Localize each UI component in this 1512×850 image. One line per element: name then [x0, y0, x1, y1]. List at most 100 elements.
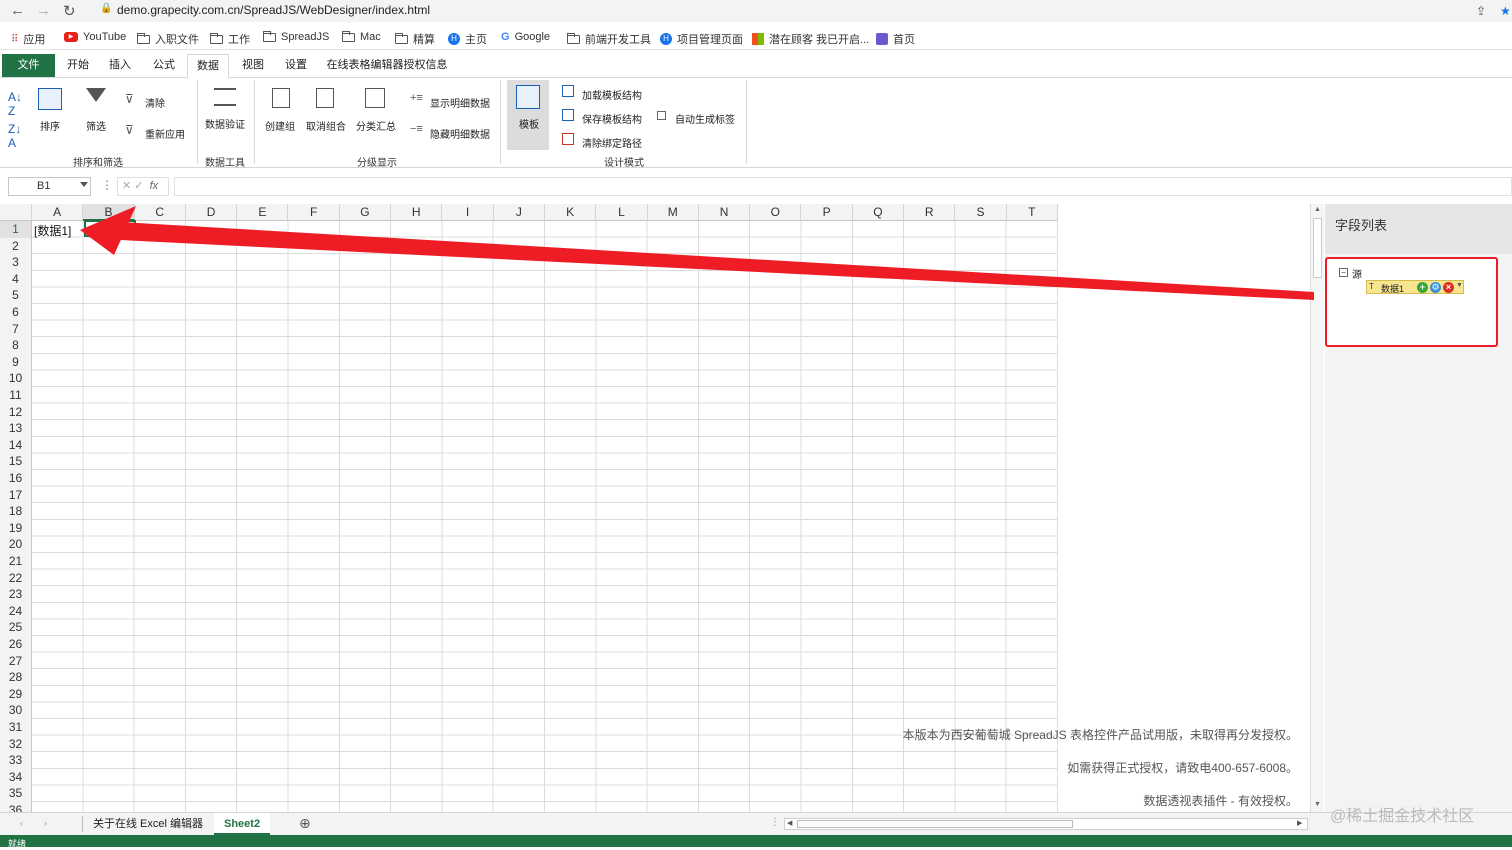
column-header-c[interactable]: C — [135, 204, 186, 221]
column-header-s[interactable]: S — [955, 204, 1007, 221]
sort-descending-icon[interactable]: Z↓ A — [8, 122, 21, 150]
name-box[interactable]: B1 — [8, 177, 91, 196]
tab-file[interactable]: 文件 — [2, 54, 55, 77]
settings-field-icon[interactable]: ⚙ — [1430, 282, 1441, 293]
sort-button[interactable]: 排序 — [40, 118, 60, 133]
collapse-icon[interactable]: − — [1339, 268, 1348, 277]
row-header-34[interactable]: 34 — [0, 769, 31, 786]
row-header-9[interactable]: 9 — [0, 354, 31, 371]
hide-detail-button[interactable]: 隐藏明细数据 — [430, 126, 490, 141]
bookmark-project[interactable]: H 项目管理页面 — [660, 31, 743, 47]
save-schema-icon[interactable] — [562, 109, 574, 121]
tab-view[interactable]: 视图 — [235, 54, 271, 77]
tab-data[interactable]: 数据 — [187, 54, 229, 78]
column-header-q[interactable]: Q — [853, 204, 905, 221]
row-header-25[interactable]: 25 — [0, 619, 31, 636]
row-header-14[interactable]: 14 — [0, 437, 31, 454]
column-header-i[interactable]: I — [442, 204, 494, 221]
horizontal-scrollbar[interactable]: ◀ ▶ — [784, 818, 1308, 830]
show-detail-button[interactable]: 显示明细数据 — [430, 95, 490, 110]
fx-icon[interactable]: fx — [150, 180, 159, 192]
tree-root-label[interactable]: 源 — [1352, 266, 1362, 281]
clear-button[interactable]: 清除 — [145, 95, 165, 110]
scroll-thumb[interactable] — [1313, 218, 1322, 278]
sheet-tab-about[interactable]: 关于在线 Excel 编辑器 — [83, 813, 213, 835]
row-header-15[interactable]: 15 — [0, 453, 31, 470]
bookmark-leads[interactable]: 潜在顾客 我已开启... — [752, 31, 869, 47]
select-all-corner[interactable] — [0, 204, 32, 221]
scroll-up-icon[interactable]: ▲ — [1314, 206, 1321, 213]
column-header-o[interactable]: O — [750, 204, 802, 221]
column-header-a[interactable]: A — [32, 204, 84, 221]
row-header-4[interactable]: 4 — [0, 271, 31, 288]
reload-icon[interactable]: ↻ — [63, 2, 76, 20]
tab-home[interactable]: 开始 — [60, 54, 96, 77]
row-header-23[interactable]: 23 — [0, 586, 31, 603]
row-header-7[interactable]: 7 — [0, 321, 31, 338]
row-header-19[interactable]: 19 — [0, 520, 31, 537]
tab-insert[interactable]: 插入 — [102, 54, 138, 77]
bookmark-folder-onboarding[interactable]: 入职文件 — [137, 31, 199, 47]
template-icon[interactable] — [516, 85, 540, 109]
bookmark-folder-frontend[interactable]: 前端开发工具 — [567, 31, 651, 47]
column-header-h[interactable]: H — [391, 204, 443, 221]
formula-input[interactable] — [174, 177, 1512, 196]
row-header-11[interactable]: 11 — [0, 387, 31, 404]
bookmark-youtube[interactable]: ▶ YouTube — [64, 31, 126, 43]
address-bar[interactable]: 🔒 demo.grapecity.com.cn/SpreadJS/WebDesi… — [92, 0, 1502, 20]
bookmark-folder-work[interactable]: 工作 — [210, 31, 250, 47]
tab-settings[interactable]: 设置 — [278, 54, 314, 77]
scroll-right-icon[interactable]: ▶ — [1297, 819, 1302, 827]
tab-license-info[interactable]: 在线表格编辑器授权信息 — [322, 54, 452, 77]
scroll-down-icon[interactable]: ▼ — [1314, 801, 1321, 808]
row-header-36[interactable]: 36 — [0, 802, 31, 812]
column-header-p[interactable]: P — [802, 204, 853, 221]
filter-button[interactable]: 筛选 — [86, 118, 106, 133]
column-header-m[interactable]: M — [648, 204, 699, 221]
data-validation-icon[interactable] — [214, 88, 236, 106]
ungroup-icon[interactable] — [316, 88, 334, 108]
remove-field-icon[interactable]: × — [1443, 282, 1454, 293]
clear-binding-button[interactable]: 清除绑定路径 — [582, 135, 642, 150]
row-header-29[interactable]: 29 — [0, 686, 31, 703]
group-icon[interactable] — [272, 88, 290, 108]
row-header-8[interactable]: 8 — [0, 337, 31, 354]
more-options-icon[interactable]: ⋮ — [101, 178, 113, 192]
column-header-e[interactable]: E — [237, 204, 289, 221]
clear-filter-icon[interactable]: ⊽ — [125, 92, 134, 106]
bookmark-home[interactable]: H 主页 — [448, 31, 487, 47]
bookmark-folder-actuarial[interactable]: 精算 — [395, 31, 435, 47]
column-header-k[interactable]: K — [545, 204, 597, 221]
column-header-l[interactable]: L — [596, 204, 648, 221]
field-dropdown-icon[interactable]: ▼ — [1456, 282, 1463, 289]
row-header-27[interactable]: 27 — [0, 653, 31, 670]
bookmark-folder-spreadjs[interactable]: SpreadJS — [263, 30, 329, 43]
bookmark-google[interactable]: G Google — [501, 31, 550, 43]
template-button[interactable]: 模板 — [519, 116, 539, 131]
row-header-1[interactable]: 1 — [0, 221, 31, 238]
row-header-35[interactable]: 35 — [0, 785, 31, 802]
row-header-22[interactable]: 22 — [0, 570, 31, 587]
row-header-6[interactable]: 6 — [0, 304, 31, 321]
share-icon[interactable]: ⇪ — [1476, 4, 1486, 18]
row-header-5[interactable]: 5 — [0, 287, 31, 304]
row-header-28[interactable]: 28 — [0, 669, 31, 686]
row-header-3[interactable]: 3 — [0, 254, 31, 271]
confirm-icon[interactable]: ✓ — [134, 180, 143, 192]
bookmark-front-page[interactable]: 首页 — [876, 31, 915, 47]
next-sheet-icon[interactable]: › — [44, 818, 47, 828]
sheet-tab-sheet2[interactable]: Sheet2 — [214, 813, 271, 835]
column-header-b[interactable]: B — [83, 204, 135, 221]
row-header-26[interactable]: 26 — [0, 636, 31, 653]
hide-detail-icon[interactable]: −≡ — [410, 123, 423, 135]
add-field-icon[interactable]: + — [1417, 282, 1428, 293]
filter-icon[interactable] — [86, 88, 106, 102]
hscroll-thumb[interactable] — [797, 820, 1073, 828]
row-header-12[interactable]: 12 — [0, 404, 31, 421]
row-header-21[interactable]: 21 — [0, 553, 31, 570]
subtotal-button[interactable]: 分类汇总 — [356, 118, 396, 133]
cells-area[interactable] — [32, 221, 1058, 812]
row-header-32[interactable]: 32 — [0, 736, 31, 753]
reapply-button[interactable]: 重新应用 — [145, 126, 185, 141]
row-header-20[interactable]: 20 — [0, 536, 31, 553]
